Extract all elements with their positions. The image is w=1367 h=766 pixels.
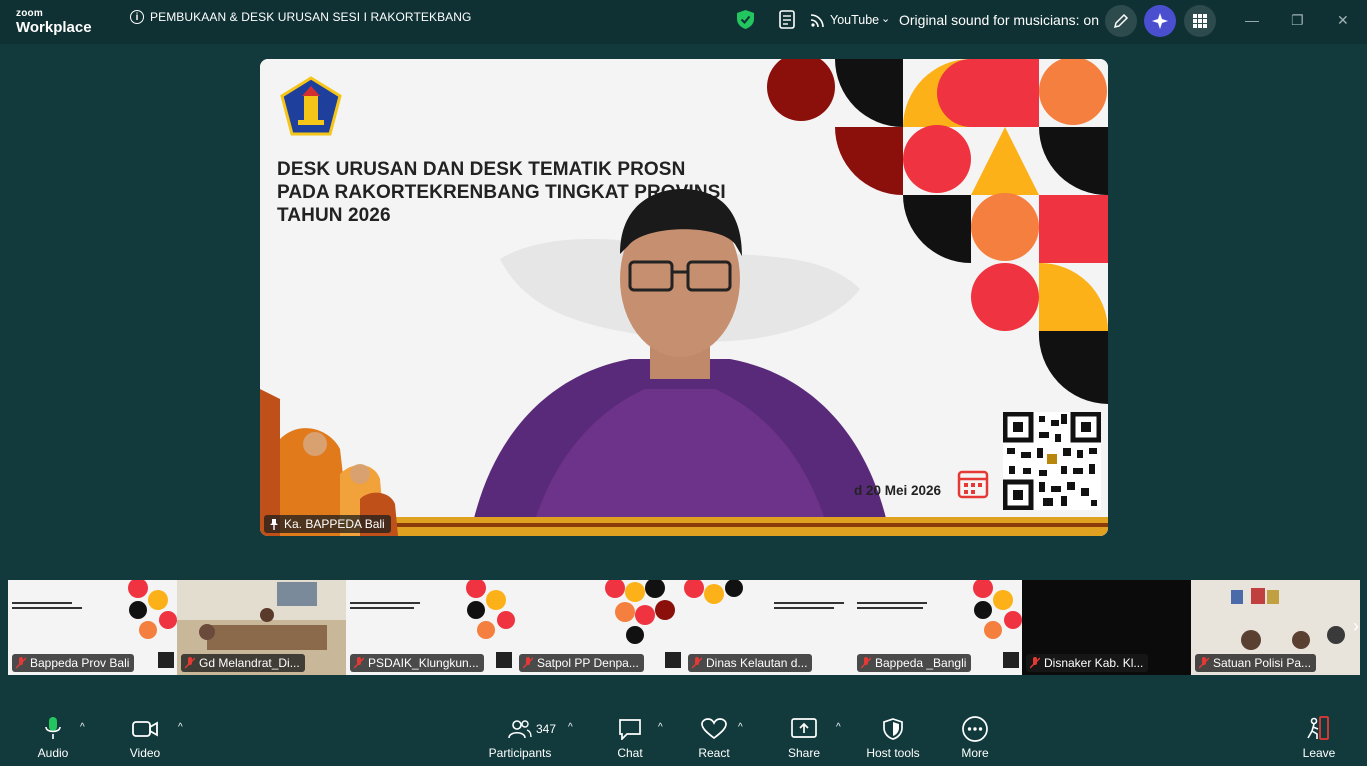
participant-name: Satpol PP Denpa...	[537, 656, 639, 670]
annotate-button[interactable]	[1105, 5, 1137, 37]
info-icon: i	[130, 10, 144, 24]
provincial-emblem-logo	[280, 76, 342, 136]
video-camera-icon	[132, 721, 158, 737]
captions-icon[interactable]	[779, 10, 797, 30]
ai-companion-button[interactable]	[1144, 5, 1176, 37]
participant-tile[interactable]: Gd Melandrat_Di...	[177, 580, 346, 675]
microphone-icon	[45, 717, 61, 739]
mic-muted-icon	[16, 657, 26, 669]
react-label: React	[698, 746, 730, 760]
more-icon	[962, 716, 988, 742]
app-logo: zoom Workplace	[16, 8, 92, 36]
mic-muted-icon	[692, 657, 702, 669]
mic-muted-icon	[1030, 657, 1040, 669]
participant-name: PSDAIK_Klungkun...	[368, 656, 479, 670]
chat-bubble-icon	[619, 719, 641, 740]
chevron-down-icon[interactable]: ⌄	[881, 12, 890, 25]
more-button[interactable]: More	[935, 716, 1015, 760]
share-screen-icon	[791, 718, 817, 738]
close-button[interactable]: ✕	[1337, 12, 1349, 29]
restore-button[interactable]: ❐	[1291, 12, 1304, 29]
participants-icon	[508, 720, 532, 739]
leave-icon	[1307, 716, 1329, 740]
participants-gallery-strip: Bappeda Prov Bali Gd Melandrat_Di... PSD…	[8, 580, 1360, 675]
mic-muted-icon	[185, 657, 195, 669]
leave-button[interactable]: Leave	[1279, 716, 1359, 760]
participant-name-tag: Gd Melandrat_Di...	[181, 654, 305, 672]
host-tools-button[interactable]: Host tools	[853, 716, 933, 760]
participant-tile[interactable]: Bappeda Prov Bali	[8, 580, 177, 675]
participant-name-tag: Satuan Polisi Pa...	[1195, 654, 1317, 672]
youtube-stream-label[interactable]: YouTube	[830, 13, 879, 27]
active-speaker-video[interactable]: DESK URUSAN DAN DESK TEMATIK PROSN PADA …	[260, 59, 1108, 536]
speaker-name-tag: Ka. BAPPEDA Bali	[264, 515, 391, 533]
mic-muted-icon	[354, 657, 364, 669]
participant-name: Gd Melandrat_Di...	[199, 656, 300, 670]
react-options-caret[interactable]: ^	[738, 722, 743, 733]
share-button[interactable]: Share	[764, 716, 844, 760]
meeting-toolbar: Audio ^ Video ^ Participants 347 ^ Chat …	[0, 704, 1367, 766]
share-options-caret[interactable]: ^	[836, 722, 841, 733]
participant-name-tag: Bappeda _Bangli	[857, 654, 972, 672]
mic-muted-icon	[523, 657, 533, 669]
participant-name-tag: Satpol PP Denpa...	[519, 654, 644, 672]
shield-icon	[883, 718, 903, 740]
participant-tile[interactable]: Dinas Kelautan d...	[684, 580, 853, 675]
participant-name-tag: PSDAIK_Klungkun...	[350, 654, 484, 672]
participant-name: Dinas Kelautan d...	[706, 656, 808, 670]
video-button[interactable]: Video	[105, 716, 185, 760]
participant-tile[interactable]: Satuan Polisi Pa...	[1191, 580, 1360, 675]
participant-name: Bappeda _Bangli	[875, 656, 967, 670]
original-sound-status: Original sound for musicians: on	[899, 12, 1099, 28]
mic-muted-icon	[1199, 657, 1209, 669]
audio-label: Audio	[37, 746, 69, 760]
minimize-button[interactable]: —	[1245, 12, 1259, 28]
slide-title-line-1: DESK URUSAN DAN DESK TEMATIK PROSN	[277, 159, 686, 180]
meeting-info-button[interactable]: i PEMBUKAAN & DESK URUSAN SESI I RAKORTE…	[130, 10, 472, 24]
speaker-name: Ka. BAPPEDA Bali	[284, 517, 385, 531]
apps-grid-icon	[1193, 14, 1207, 28]
participants-count: 347	[536, 722, 557, 736]
video-label: Video	[129, 746, 161, 760]
participant-name-tag: Disnaker Kab. Kl...	[1026, 654, 1149, 672]
meeting-title: PEMBUKAAN & DESK URUSAN SESI I RAKORTEKB…	[150, 10, 472, 24]
mic-muted-icon	[861, 657, 871, 669]
participant-name: Disnaker Kab. Kl...	[1044, 656, 1144, 670]
chevron-right-icon[interactable]: ›	[1346, 616, 1366, 638]
participants-label: Participants	[488, 746, 552, 760]
participant-tile[interactable]: Satpol PP Denpa...	[515, 580, 684, 675]
slide-title-line-3: TAHUN 2026	[277, 205, 391, 226]
balinese-dancers-decoration	[260, 389, 1108, 536]
pin-icon	[270, 519, 278, 530]
participant-name-tag: Dinas Kelautan d...	[688, 654, 813, 672]
participants-options-caret[interactable]: ^	[568, 722, 573, 733]
video-options-caret[interactable]: ^	[178, 722, 183, 733]
participant-tile[interactable]: Bappeda _Bangli	[853, 580, 1022, 675]
participant-tile[interactable]: PSDAIK_Klungkun...	[346, 580, 515, 675]
encryption-shield-icon[interactable]	[737, 10, 754, 29]
title-bar: zoom Workplace i PEMBUKAAN & DESK URUSAN…	[0, 0, 1367, 44]
brand-top: zoom	[16, 8, 43, 19]
brand-bottom: Workplace	[16, 19, 92, 36]
more-label: More	[961, 746, 989, 760]
host-tools-label: Host tools	[866, 746, 920, 760]
participant-name: Bappeda Prov Bali	[30, 656, 130, 670]
participant-tile[interactable]: Disnaker Kab. Kl...	[1022, 580, 1191, 675]
live-stream-icon[interactable]	[810, 13, 825, 28]
pencil-icon	[1113, 13, 1129, 29]
chat-options-caret[interactable]: ^	[658, 722, 663, 733]
audio-options-caret[interactable]: ^	[80, 722, 85, 733]
participant-name-tag: Bappeda Prov Bali	[12, 654, 135, 672]
participant-name: Satuan Polisi Pa...	[1213, 656, 1312, 670]
sparkle-icon	[1152, 13, 1168, 29]
leave-label: Leave	[1302, 746, 1336, 760]
chat-label: Chat	[617, 746, 643, 760]
heart-icon	[701, 718, 727, 740]
apps-button[interactable]	[1184, 5, 1216, 37]
share-label: Share	[787, 746, 821, 760]
